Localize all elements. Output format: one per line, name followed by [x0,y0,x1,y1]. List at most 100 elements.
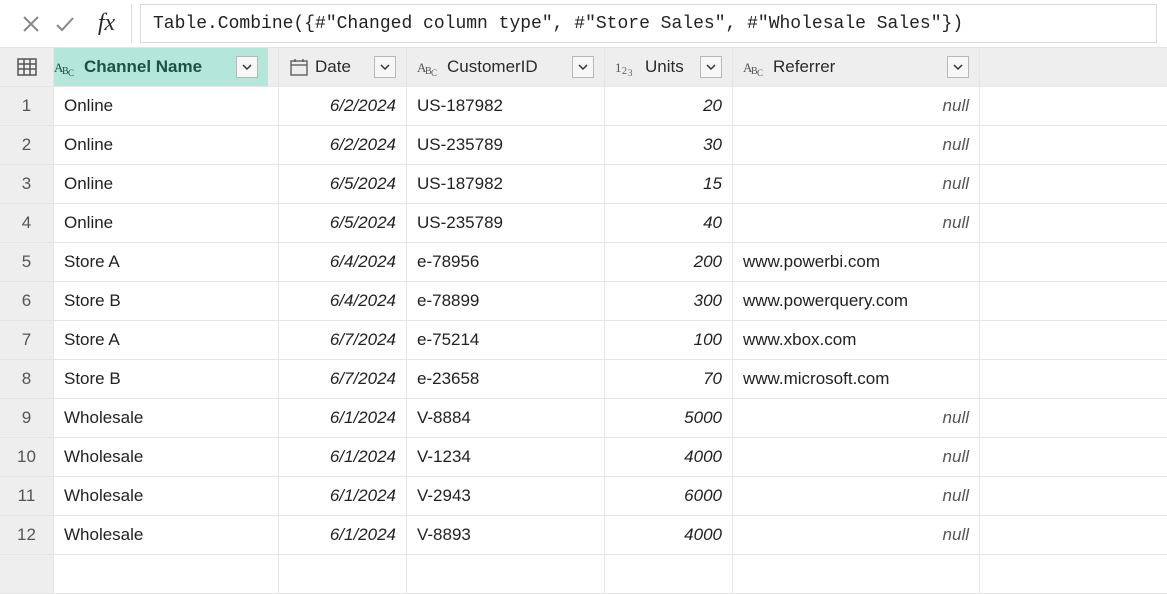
cell-units[interactable]: 15 [605,165,733,203]
table-row: 9Wholesale6/1/2024V-88845000null [0,399,1167,438]
chevron-down-icon [242,62,252,72]
row-number[interactable]: 5 [0,243,54,281]
cell-date[interactable]: 6/7/2024 [279,360,407,398]
row-number[interactable]: 8 [0,360,54,398]
cell-customerid[interactable]: US-187982 [407,165,605,203]
cell-referrer[interactable]: null [733,165,980,203]
row-number[interactable]: 4 [0,204,54,242]
cell-units[interactable]: 6000 [605,477,733,515]
column-filter-button[interactable] [700,56,722,78]
cell-channel[interactable]: Online [54,165,279,203]
cell-units[interactable]: 30 [605,126,733,164]
row-number[interactable]: 3 [0,165,54,203]
select-all-corner[interactable] [0,48,54,86]
cell-referrer[interactable]: www.powerquery.com [733,282,980,320]
cell-referrer[interactable]: null [733,399,980,437]
cell-date[interactable]: 6/1/2024 [279,438,407,476]
column-filter-button[interactable] [572,56,594,78]
cell-referrer[interactable]: www.microsoft.com [733,360,980,398]
cell-customerid[interactable]: e-23658 [407,360,605,398]
text-type-icon: ABC [743,58,767,76]
cell-date[interactable]: 6/7/2024 [279,321,407,359]
cell-channel[interactable]: Store A [54,243,279,281]
cell-date[interactable]: 6/1/2024 [279,516,407,554]
cell-date[interactable]: 6/5/2024 [279,165,407,203]
cell-customerid[interactable] [407,555,605,593]
cell-units[interactable]: 20 [605,87,733,125]
cell-customerid[interactable]: US-235789 [407,204,605,242]
cell-referrer[interactable]: null [733,126,980,164]
row-number[interactable]: 1 [0,87,54,125]
date-type-icon [289,57,309,77]
column-header-date[interactable]: Date [279,48,407,86]
cell-referrer[interactable]: null [733,87,980,125]
cell-referrer[interactable]: null [733,477,980,515]
cell-channel[interactable] [54,555,279,593]
text-type-icon: ABC [417,58,441,76]
row-number[interactable]: 12 [0,516,54,554]
cell-units[interactable]: 70 [605,360,733,398]
row-number[interactable]: 6 [0,282,54,320]
table-row: 1Online6/2/2024US-18798220null [0,87,1167,126]
cell-referrer[interactable]: null [733,204,980,242]
column-filter-button[interactable] [947,56,969,78]
cell-units[interactable]: 5000 [605,399,733,437]
cell-customerid[interactable]: US-187982 [407,87,605,125]
row-number[interactable] [0,555,54,593]
cell-units[interactable]: 300 [605,282,733,320]
table-row: 4Online6/5/2024US-23578940null [0,204,1167,243]
cell-customerid[interactable]: e-78956 [407,243,605,281]
cell-customerid[interactable]: US-235789 [407,126,605,164]
cell-referrer[interactable]: null [733,438,980,476]
cell-date[interactable]: 6/1/2024 [279,399,407,437]
cell-channel[interactable]: Store B [54,360,279,398]
row-number[interactable]: 7 [0,321,54,359]
cell-date[interactable]: 6/2/2024 [279,126,407,164]
row-number[interactable]: 10 [0,438,54,476]
cell-customerid[interactable]: e-78899 [407,282,605,320]
column-filter-button[interactable] [236,56,258,78]
cell-date[interactable]: 6/5/2024 [279,204,407,242]
cell-channel[interactable]: Online [54,87,279,125]
cell-channel[interactable]: Wholesale [54,399,279,437]
row-number[interactable]: 9 [0,399,54,437]
row-number[interactable]: 11 [0,477,54,515]
cell-channel[interactable]: Store B [54,282,279,320]
cell-units[interactable]: 4000 [605,438,733,476]
confirm-formula-button[interactable] [48,4,82,43]
cell-referrer[interactable]: www.xbox.com [733,321,980,359]
cell-customerid[interactable]: e-75214 [407,321,605,359]
cell-channel[interactable]: Wholesale [54,438,279,476]
cell-referrer[interactable] [733,555,980,593]
formula-input[interactable]: Table.Combine({#"Changed column type", #… [140,4,1157,43]
cell-referrer[interactable]: www.powerbi.com [733,243,980,281]
cancel-formula-button[interactable] [14,4,48,43]
cell-customerid[interactable]: V-8893 [407,516,605,554]
cell-channel[interactable]: Online [54,204,279,242]
cell-customerid[interactable]: V-8884 [407,399,605,437]
cell-date[interactable] [279,555,407,593]
column-header-customerid[interactable]: ABC CustomerID [407,48,605,86]
column-header-units[interactable]: 123 Units [605,48,733,86]
cell-channel[interactable]: Online [54,126,279,164]
cell-date[interactable]: 6/2/2024 [279,87,407,125]
column-header-channel[interactable]: ABC Channel Name [54,48,279,86]
cell-units[interactable] [605,555,733,593]
chevron-down-icon [953,62,963,72]
cell-date[interactable]: 6/4/2024 [279,282,407,320]
cell-units[interactable]: 100 [605,321,733,359]
row-number[interactable]: 2 [0,126,54,164]
cell-units[interactable]: 4000 [605,516,733,554]
column-header-referrer[interactable]: ABC Referrer [733,48,980,86]
cell-date[interactable]: 6/1/2024 [279,477,407,515]
column-filter-button[interactable] [374,56,396,78]
cell-channel[interactable]: Wholesale [54,477,279,515]
cell-customerid[interactable]: V-1234 [407,438,605,476]
cell-referrer[interactable]: null [733,516,980,554]
cell-channel[interactable]: Store A [54,321,279,359]
cell-customerid[interactable]: V-2943 [407,477,605,515]
cell-channel[interactable]: Wholesale [54,516,279,554]
cell-units[interactable]: 200 [605,243,733,281]
cell-date[interactable]: 6/4/2024 [279,243,407,281]
cell-units[interactable]: 40 [605,204,733,242]
